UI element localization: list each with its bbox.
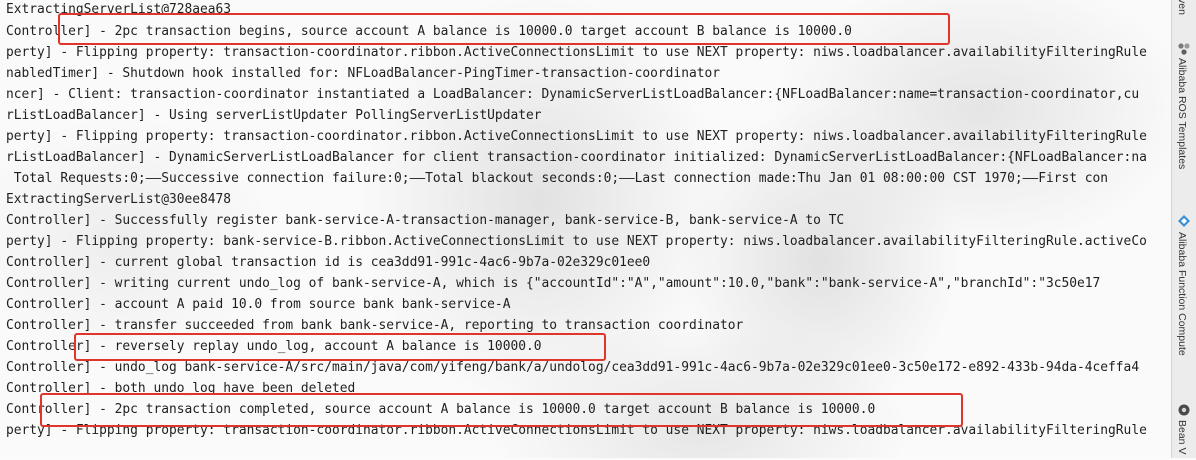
sidebar-top-label[interactable]: ven: [1176, 0, 1188, 15]
log-line: perty] - Flipping property: bank-service…: [6, 234, 1147, 249]
sidebar-item-ros-templates[interactable]: Alibaba ROS Templates: [1176, 58, 1188, 208]
sidebar-item-bean[interactable]: Bean V: [1176, 420, 1188, 460]
sidebar-item-function-compute[interactable]: Alibaba Function Compute: [1176, 232, 1188, 392]
log-line: nabledTimer] - Shutdown hook installed f…: [6, 66, 720, 81]
ros-icon: [1178, 43, 1190, 55]
log-line: perty] - Flipping property: transaction-…: [6, 45, 1147, 60]
log-line: Controller] - account A paid 10.0 from s…: [6, 297, 511, 312]
console-output[interactable]: ExtractingServerList@728aea63 Controller…: [0, 0, 1172, 458]
log-line: Controller] - writing current undo_log o…: [6, 276, 1101, 291]
log-line: Controller] - Successfully register bank…: [6, 213, 845, 228]
log-line: ncer] - Client: transaction-coordinator …: [6, 87, 1140, 102]
highlight-box-transaction-completed: [40, 393, 963, 427]
log-line: rListLoadBalancer] - Using serverListUpd…: [6, 108, 542, 123]
log-line: Controller] - current global transaction…: [6, 255, 651, 270]
highlight-box-transaction-begins: [58, 13, 950, 45]
log-line: ExtractingServerList@30ee8478: [6, 192, 232, 207]
highlight-box-reversely-replay: [74, 333, 606, 361]
log-line: rListLoadBalancer] - DynamicServerListLo…: [6, 150, 1147, 165]
bean-icon: [1178, 404, 1190, 416]
log-line: Total Requests:0;——Successive connection…: [6, 171, 1109, 186]
tool-window-sidebar: ven Alibaba ROS Templates Alibaba Functi…: [1171, 0, 1196, 458]
function-compute-icon: [1178, 215, 1190, 227]
log-line: perty] - Flipping property: transaction-…: [6, 129, 1147, 144]
